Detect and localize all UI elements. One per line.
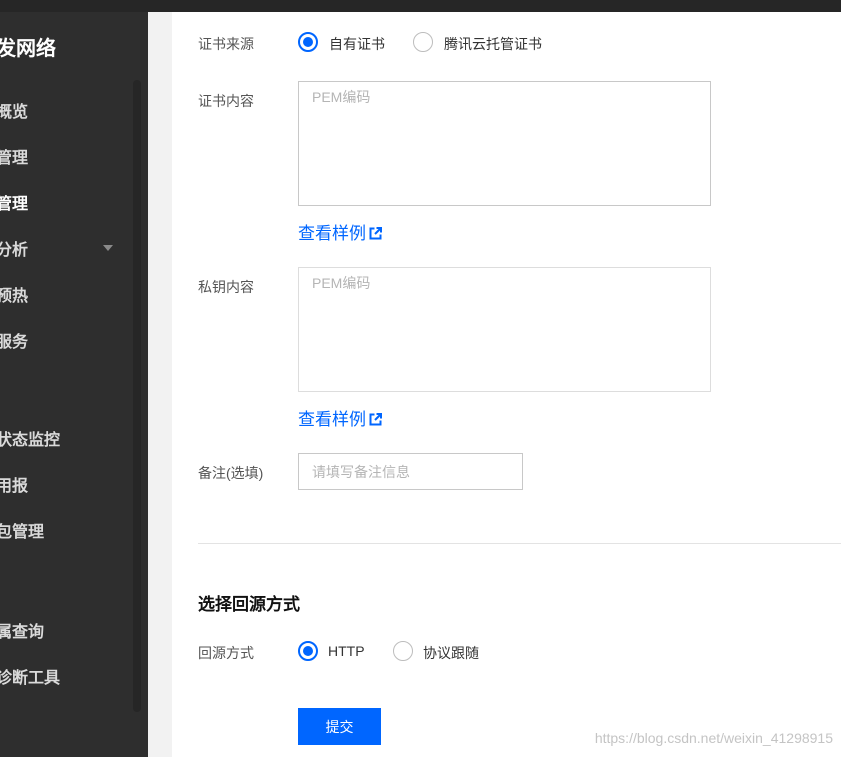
cert-source-option-hosted[interactable]: 腾讯云托管证书 bbox=[444, 34, 542, 54]
caret-down-icon[interactable] bbox=[103, 245, 113, 251]
private-key-textarea[interactable] bbox=[298, 267, 711, 392]
private-key-example-link-label: 查看样例 bbox=[298, 410, 366, 429]
origin-method-label: 回源方式 bbox=[198, 645, 254, 661]
cert-example-link[interactable]: 查看样例 bbox=[298, 219, 382, 244]
origin-radio-http[interactable] bbox=[298, 641, 318, 661]
submit-button[interactable]: 提交 bbox=[298, 708, 381, 745]
private-key-example-link[interactable]: 查看样例 bbox=[298, 405, 382, 430]
external-link-icon bbox=[369, 226, 382, 240]
cert-source-radio-hosted[interactable] bbox=[413, 32, 433, 52]
external-link-icon bbox=[369, 412, 382, 426]
sidebar: 发网络 概览 管理 管理 分析 预热 服务 状态监控 用报 包管理 属查询 诊断… bbox=[0, 12, 148, 757]
remark-label: 备注(选填) bbox=[198, 465, 264, 481]
cert-source-radio-own[interactable] bbox=[298, 32, 318, 52]
sidebar-item-prefetch[interactable]: 预热 bbox=[0, 282, 28, 306]
private-key-label: 私钥内容 bbox=[198, 279, 254, 295]
top-bar bbox=[0, 0, 841, 12]
sidebar-item-manage-2[interactable]: 管理 bbox=[0, 190, 28, 214]
origin-section-title: 选择回源方式 bbox=[198, 595, 300, 614]
cert-content-textarea[interactable] bbox=[298, 81, 711, 206]
origin-option-follow[interactable]: 协议跟随 bbox=[423, 643, 479, 663]
watermark: https://blog.csdn.net/weixin_41298915 bbox=[594, 730, 833, 746]
remark-input[interactable] bbox=[298, 453, 523, 490]
sidebar-item-status-monitor[interactable]: 状态监控 bbox=[0, 426, 60, 450]
section-divider bbox=[198, 543, 841, 544]
sidebar-item-diagnostic-tools[interactable]: 诊断工具 bbox=[0, 664, 60, 688]
sidebar-item-analysis[interactable]: 分析 bbox=[0, 236, 28, 260]
cert-source-option-own[interactable]: 自有证书 bbox=[329, 34, 385, 54]
cert-content-label: 证书内容 bbox=[198, 93, 254, 109]
origin-radio-follow[interactable] bbox=[393, 641, 413, 661]
sidebar-item-attribution-query[interactable]: 属查询 bbox=[0, 618, 44, 642]
sidebar-item-overview[interactable]: 概览 bbox=[0, 98, 28, 122]
sidebar-item-report[interactable]: 用报 bbox=[0, 472, 28, 496]
sidebar-scrollbar[interactable] bbox=[133, 80, 141, 712]
cert-example-link-label: 查看样例 bbox=[298, 224, 366, 243]
sidebar-title: 发网络 bbox=[0, 38, 56, 60]
sidebar-item-service[interactable]: 服务 bbox=[0, 328, 28, 352]
sidebar-item-manage-1[interactable]: 管理 bbox=[0, 144, 28, 168]
origin-option-http[interactable]: HTTP bbox=[328, 643, 365, 659]
main-content: 证书来源 自有证书 腾讯云托管证书 证书内容 查看样例 私钥内容 查看样例 备注… bbox=[172, 12, 841, 757]
cert-source-label: 证书来源 bbox=[198, 36, 254, 52]
sidebar-item-package-manage[interactable]: 包管理 bbox=[0, 518, 44, 542]
